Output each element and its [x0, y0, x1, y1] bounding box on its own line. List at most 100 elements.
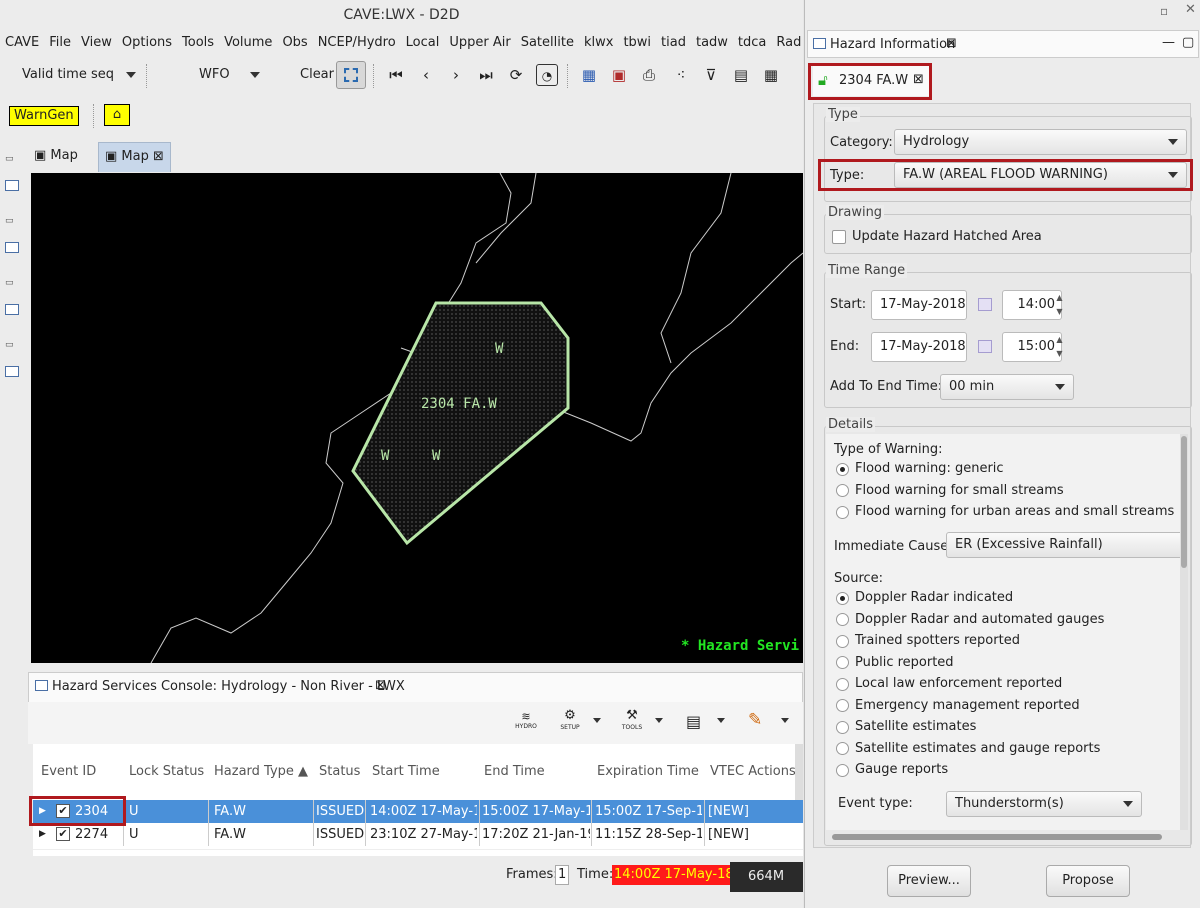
menu-options[interactable]: Options	[117, 30, 177, 56]
menu-rad[interactable]: Rad	[771, 30, 803, 56]
tools-icon[interactable]: ⊽	[700, 64, 722, 86]
single-panel-icon[interactable]: ▤	[730, 64, 752, 86]
step-forward-icon[interactable]: ›	[445, 64, 467, 86]
column-header[interactable]: Event ID	[41, 764, 96, 779]
expand-icon[interactable]: ▶	[39, 823, 46, 846]
source-radio[interactable]	[836, 678, 849, 691]
horizontal-scrollbar[interactable]	[832, 834, 1162, 840]
pencil-icon[interactable]: ✎	[748, 710, 762, 730]
calendar-icon[interactable]	[978, 340, 992, 353]
source-radio[interactable]	[836, 764, 849, 777]
menu-tools[interactable]: Tools	[177, 30, 219, 56]
view-icon[interactable]	[5, 180, 19, 191]
column-header[interactable]: Hazard Type ▲	[214, 764, 308, 779]
first-frame-icon[interactable]: ⏮	[385, 64, 407, 86]
image-properties-icon[interactable]: ▦	[578, 64, 600, 86]
column-header[interactable]: Lock Status	[129, 764, 204, 779]
tab-map-1[interactable]: ▣ Map	[28, 142, 84, 172]
setup-button[interactable]: ⚙ SETUP	[558, 709, 582, 734]
calendar-icon[interactable]	[978, 298, 992, 311]
immediate-cause-select[interactable]: ER (Excessive Rainfall)	[946, 532, 1184, 558]
column-header[interactable]: Start Time	[372, 764, 440, 779]
source-radio[interactable]	[836, 742, 849, 755]
row-checkbox[interactable]: ✔	[56, 827, 70, 841]
chevron-down-icon[interactable]	[655, 718, 663, 723]
menu-upper-air[interactable]: Upper Air	[444, 30, 515, 56]
magnify-icon[interactable]: ▣	[608, 64, 630, 86]
menu-tbwi[interactable]: tbwi	[618, 30, 656, 56]
zoom-fit-button[interactable]	[336, 61, 366, 89]
propose-button[interactable]: Propose	[1046, 865, 1130, 897]
menu-file[interactable]: File	[44, 30, 76, 56]
menu-obs[interactable]: Obs	[277, 30, 312, 56]
add-end-select[interactable]: 00 min	[940, 374, 1074, 400]
view-icon[interactable]	[5, 304, 19, 315]
sample-icon[interactable]: ⁖	[670, 64, 692, 86]
end-date-field[interactable]: 17-May-2018	[871, 332, 967, 362]
restore-icon[interactable]: ▭	[5, 340, 19, 351]
tools-button[interactable]: ⚒ TOOLS	[620, 709, 644, 734]
table-row[interactable]: ▶ ✔ 2274 U FA.W ISSUED 23:10Z 27-May-18 …	[33, 823, 803, 846]
close-icon[interactable]: ⊠	[149, 149, 164, 164]
close-icon[interactable]: ⊠	[946, 36, 957, 51]
maximize-icon[interactable]: ▢	[1182, 35, 1194, 50]
scroll-thumb[interactable]	[1181, 436, 1187, 568]
warning-radio-small-streams[interactable]	[836, 484, 849, 497]
menu-klwx[interactable]: klwx	[579, 30, 618, 56]
hydro-button[interactable]: ≋ HYDRO	[514, 711, 538, 732]
source-radio[interactable]	[836, 699, 849, 712]
menu-volume[interactable]: Volume	[219, 30, 277, 56]
source-radio[interactable]	[836, 592, 849, 605]
preview-button[interactable]: Preview...	[887, 865, 971, 897]
warning-radio-urban[interactable]	[836, 506, 849, 519]
chevron-down-icon[interactable]	[781, 718, 789, 723]
loop-icon[interactable]: ⟳	[505, 64, 527, 86]
update-hatched-checkbox[interactable]	[832, 230, 846, 244]
menu-tiad[interactable]: tiad	[656, 30, 691, 56]
restore-icon[interactable]: ▭	[5, 154, 19, 165]
menu-tadw[interactable]: tadw	[691, 30, 733, 56]
valid-time-combo[interactable]: Valid time seq	[22, 58, 114, 92]
column-header[interactable]: Status	[319, 764, 360, 779]
scrollbar[interactable]	[795, 744, 803, 800]
menu-tdca[interactable]: tdca	[733, 30, 771, 56]
table-row[interactable]: ▶ ✔ 2304 U FA.W ISSUED 14:00Z 17-May-18 …	[33, 800, 803, 823]
event-type-select[interactable]: Thunderstorm(s)	[946, 791, 1142, 817]
menu-satellite[interactable]: Satellite	[516, 30, 579, 56]
wfo-combo[interactable]: WFO	[199, 58, 230, 92]
close-icon[interactable]: ⊠	[375, 678, 386, 693]
hazard-services-icon[interactable]: ⌂	[104, 104, 130, 126]
source-radio[interactable]	[836, 721, 849, 734]
menu-local[interactable]: Local	[401, 30, 445, 56]
source-radio[interactable]	[836, 613, 849, 626]
minimize-icon[interactable]: —	[1162, 35, 1175, 50]
last-frame-icon[interactable]: ⏭	[475, 64, 497, 86]
loop-properties-icon[interactable]: ◔	[536, 64, 558, 86]
map-canvas[interactable]: 2304 FA.W W W W * Hazard Servi	[31, 173, 803, 663]
category-select[interactable]: Hydrology	[894, 129, 1187, 155]
view-icon[interactable]	[5, 242, 19, 253]
column-header[interactable]: VTEC Actions	[710, 764, 796, 779]
start-date-field[interactable]: 17-May-2018	[871, 290, 967, 320]
end-time-spinner[interactable]: ▲ ▼	[1053, 333, 1066, 361]
chevron-down-icon[interactable]	[717, 718, 725, 723]
tab-map-2[interactable]: ▣ Map ⊠	[98, 142, 171, 172]
step-back-icon[interactable]: ‹	[415, 64, 437, 86]
restore-icon[interactable]: ▫	[1160, 4, 1168, 18]
memory-indicator[interactable]: 664M	[730, 862, 803, 892]
close-icon[interactable]: ✕	[1185, 2, 1196, 17]
menu-view[interactable]: View	[76, 30, 117, 56]
warngen-button[interactable]: WarnGen	[9, 106, 79, 126]
menu-ncep-hydro[interactable]: NCEP/Hydro	[313, 30, 401, 56]
hazard-info-tab[interactable]: Hazard Information ⊠ — ▢	[807, 30, 1199, 58]
restore-icon[interactable]: ▭	[5, 216, 19, 227]
menu-cave[interactable]: CAVE	[0, 30, 44, 56]
column-header[interactable]: End Time	[484, 764, 545, 779]
print-icon[interactable]: ⎙	[638, 64, 660, 86]
clear-button[interactable]: Clear	[300, 58, 334, 92]
vertical-scrollbar[interactable]	[1180, 434, 1188, 830]
column-header[interactable]: Expiration Time	[597, 764, 699, 779]
console-tab[interactable]: Hazard Services Console: Hydrology - Non…	[28, 672, 803, 702]
document-icon[interactable]: ▤	[686, 712, 701, 731]
restore-icon[interactable]: ▭	[5, 278, 19, 289]
